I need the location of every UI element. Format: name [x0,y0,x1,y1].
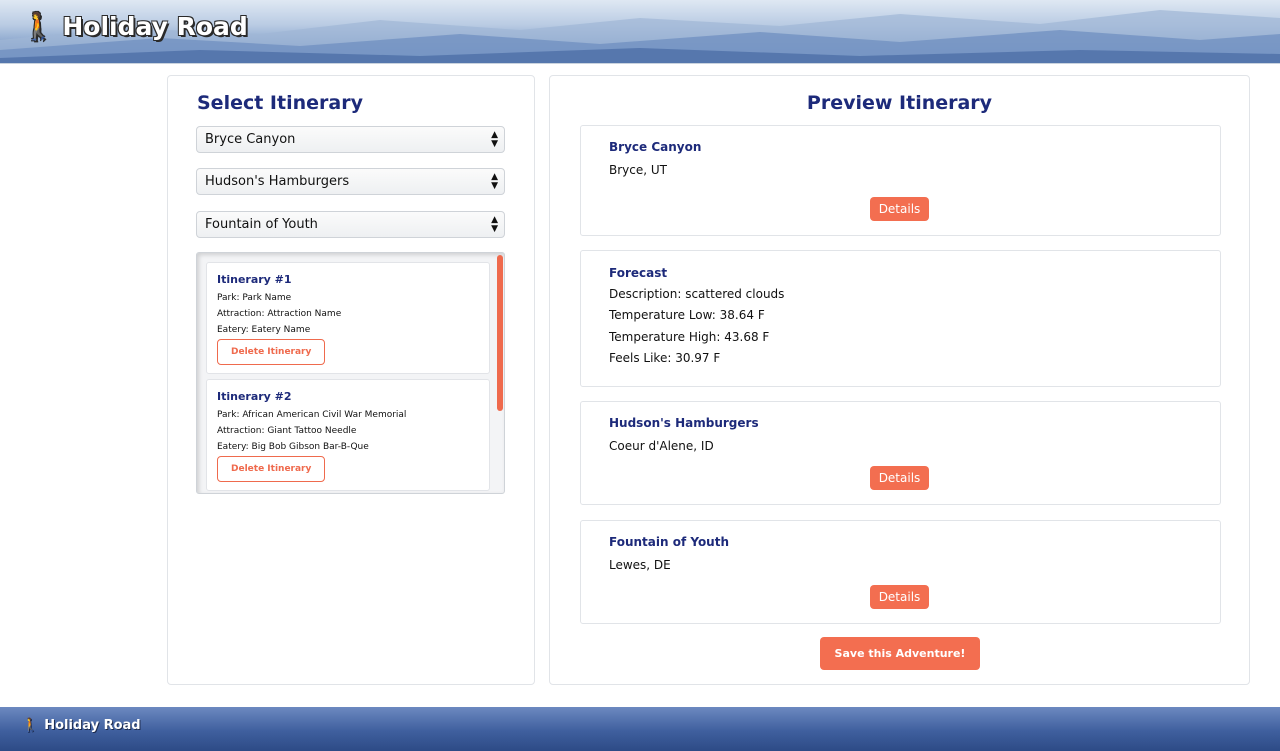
eatery-select[interactable]: Hudson's Hamburgers ▲ ▼ [196,168,505,195]
select-itinerary-panel: Select Itinerary Bryce Canyon ▲ ▼ Hudson'… [167,75,535,685]
forecast-feels-like: Feels Like: 30.97 F [609,351,721,365]
preview-itinerary-panel: Preview Itinerary Bryce Canyon Bryce, UT… [549,75,1250,685]
eatery-location: Coeur d'Alene, ID [609,439,714,453]
park-select[interactable]: Bryce Canyon ▲ ▼ [196,126,505,153]
scrollbar-thumb[interactable] [497,255,503,411]
hiker-icon: 🚶 [22,718,39,733]
itinerary-eatery: Eatery: Big Bob Gibson Bar-B-Que [217,442,369,452]
forecast-temp-low: Temperature Low: 38.64 F [609,308,765,322]
itinerary-park: Park: Park Name [217,293,292,303]
park-name: Bryce Canyon [609,140,702,154]
brand-title: Holiday Road [62,12,248,41]
attraction-preview-card: Fountain of Youth Lewes, DE Details [580,520,1221,624]
select-itinerary-title: Select Itinerary [197,92,363,114]
itinerary-title: Itinerary #2 [217,390,292,403]
preview-itinerary-title: Preview Itinerary [806,92,993,114]
save-adventure-button[interactable]: Save this Adventure! [820,637,980,670]
delete-itinerary-button[interactable]: Delete Itinerary [217,456,326,482]
brand-logo[interactable]: 🚶 Holiday Road [22,12,248,41]
itinerary-park: Park: African American Civil War Memoria… [217,410,407,420]
forecast-title: Forecast [609,266,668,280]
forecast-temp-high: Temperature High: 43.68 F [609,330,770,344]
attraction-name: Fountain of Youth [609,535,730,549]
attraction-select-value: Fountain of Youth [205,217,318,232]
forecast-description: Description: scattered clouds [609,287,785,301]
hiker-icon: 🚶 [22,11,55,42]
site-header: 🚶 Holiday Road [0,0,1280,64]
park-select-value: Bryce Canyon [205,132,296,147]
itinerary-eatery: Eatery: Eatery Name [217,325,311,335]
attraction-location: Lewes, DE [609,558,671,572]
attraction-select[interactable]: Fountain of Youth ▲ ▼ [196,211,505,238]
footer-brand[interactable]: 🚶 Holiday Road [22,718,141,733]
forecast-card: Forecast Description: scattered clouds T… [580,250,1221,387]
delete-itinerary-button[interactable]: Delete Itinerary [217,339,326,365]
itinerary-title: Itinerary #1 [217,273,292,286]
itinerary-card: Itinerary #2 Park: African American Civi… [206,379,490,491]
site-footer: 🚶 Holiday Road [0,707,1280,751]
select-arrows-icon: ▲ ▼ [491,215,498,234]
park-preview-card: Bryce Canyon Bryce, UT Details [580,125,1221,236]
itinerary-attraction: Attraction: Attraction Name [217,309,342,319]
park-location: Bryce, UT [609,163,667,177]
itinerary-card: Itinerary #1 Park: Park Name Attraction:… [206,262,490,374]
footer-brand-title: Holiday Road [44,718,141,733]
itinerary-attraction: Attraction: Giant Tattoo Needle [217,426,357,436]
select-arrows-icon: ▲ ▼ [491,172,498,191]
eatery-select-value: Hudson's Hamburgers [205,174,350,189]
eatery-name: Hudson's Hamburgers [609,416,759,430]
attraction-details-button[interactable]: Details [870,585,929,609]
park-details-button[interactable]: Details [870,197,929,221]
saved-itineraries-list[interactable]: Itinerary #1 Park: Park Name Attraction:… [196,252,505,494]
select-arrows-icon: ▲ ▼ [491,130,498,149]
eatery-preview-card: Hudson's Hamburgers Coeur d'Alene, ID De… [580,401,1221,505]
eatery-details-button[interactable]: Details [870,466,929,490]
